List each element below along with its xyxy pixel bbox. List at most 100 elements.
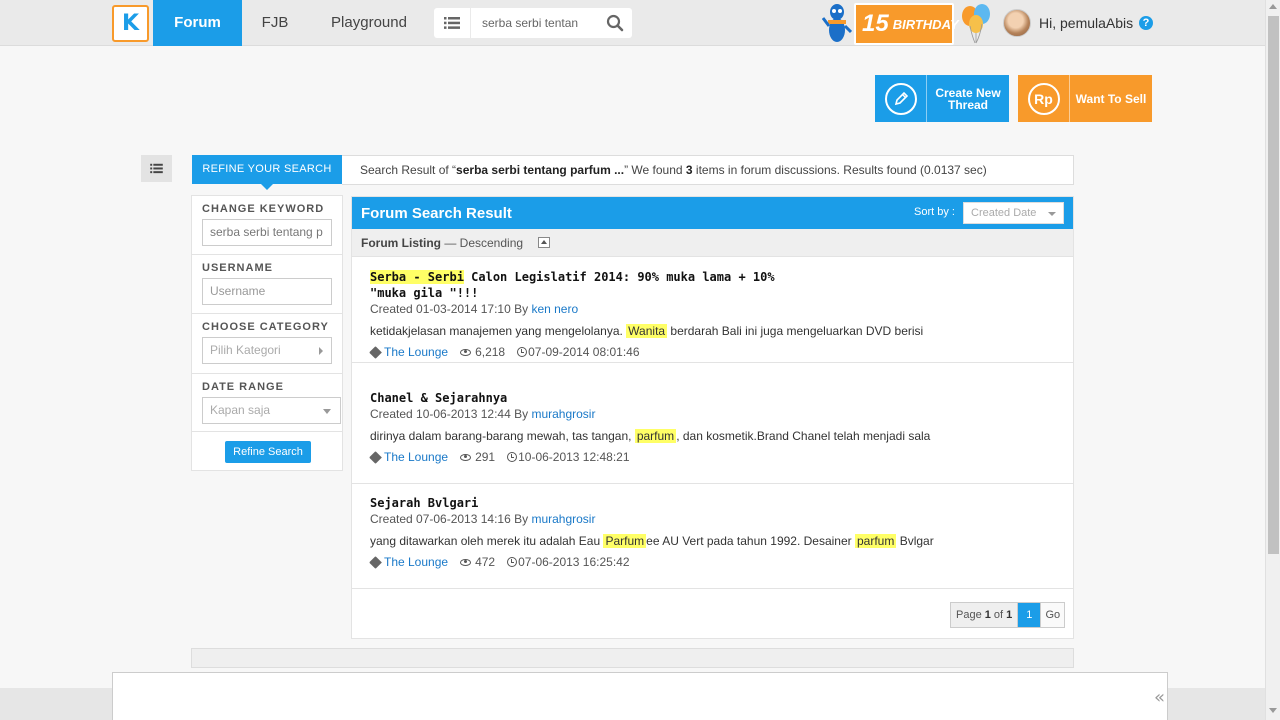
view-count: 6,218 xyxy=(475,345,506,359)
want-to-sell-button[interactable]: Rp Want To Sell xyxy=(1018,75,1152,122)
last-post-time: 07-06-2013 16:25:42 xyxy=(518,555,630,569)
view-count: 291 xyxy=(475,450,496,464)
birthday-text: BIRTHDAY xyxy=(892,16,959,32)
want-to-sell-label: Want To Sell xyxy=(1075,91,1147,106)
daterange-section: DATE RANGE Kapan saja xyxy=(192,374,342,432)
kaskus-logo[interactable]: K xyxy=(112,5,149,42)
snippet-pre: ketidakjelasan manajemen yang mengelolan… xyxy=(370,324,627,338)
search-input[interactable] xyxy=(482,14,604,32)
thread-footer: The Lounge 6,218 07-09-2014 08:01:46 xyxy=(369,345,640,359)
help-icon[interactable]: ? xyxy=(1139,16,1153,30)
thread-meta: Created 01-03-2014 17:10 By ken nero xyxy=(370,302,578,316)
birthday-badge[interactable]: 15 BIRTHDAY xyxy=(854,3,959,45)
sort-label: Sort by : xyxy=(914,206,955,218)
username-label: USERNAME xyxy=(202,262,273,274)
refine-search-tab[interactable]: REFINE YOUR SEARCH xyxy=(192,155,342,190)
tab-playground[interactable]: Playground xyxy=(318,0,420,46)
page-total-num: 1 xyxy=(1006,609,1013,621)
keyword-label: CHANGE KEYWORD xyxy=(202,203,325,215)
refine-search-button[interactable]: Refine Search xyxy=(225,441,311,463)
thread-snippet: yang ditawarkan oleh merek itu adalah Ea… xyxy=(370,534,934,548)
list-icon xyxy=(150,163,163,174)
keyword-input[interactable]: serba serbi tentang p xyxy=(202,219,332,246)
thread-title[interactable]: Chanel & Sejarahnya xyxy=(370,390,800,406)
clock-icon xyxy=(507,452,518,462)
category-link[interactable]: The Lounge xyxy=(384,450,448,464)
tab-fjb[interactable]: FJB xyxy=(250,0,300,46)
snippet-post: berdarah Bali ini juga mengeluarkan DVD … xyxy=(667,324,924,338)
scrollbar-thumb[interactable] xyxy=(1268,16,1279,554)
page-scrollbar[interactable] xyxy=(1265,0,1280,720)
created-text: Created 07-06-2013 14:16 By xyxy=(370,512,532,526)
forum-listing-bar: Forum Listing — Descending xyxy=(352,229,1073,257)
sort-select[interactable]: Created Date xyxy=(963,202,1064,224)
refine-sidebar: CHANGE KEYWORD serba serbi tentang p USE… xyxy=(191,195,343,471)
sidebar-toggle-button[interactable] xyxy=(141,155,172,182)
forum-search-result-panel: Forum Search Result Sort by : Created Da… xyxy=(351,196,1074,639)
daterange-label: DATE RANGE xyxy=(202,381,284,393)
go-button[interactable]: Go xyxy=(1040,603,1065,627)
snippet-pre: yang ditawarkan oleh merek itu adalah Ea… xyxy=(370,534,604,548)
category-link[interactable]: The Lounge xyxy=(384,345,448,359)
snippet-highlight: Parfum xyxy=(603,534,647,548)
last-post-time: 07-09-2014 08:01:46 xyxy=(528,345,640,359)
title-highlight: Serba - Serbi xyxy=(370,270,464,284)
top-navbar: K Forum FJB Playground 15 BIRTHDAY Hi, p xyxy=(0,0,1265,46)
page-prefix: Page xyxy=(956,609,985,621)
search-result-summary: Search Result of “serba serbi tentang pa… xyxy=(342,155,1074,185)
tag-icon xyxy=(369,555,382,569)
scroll-up-arrow-icon[interactable] xyxy=(1269,4,1277,9)
result-suffix: items in forum discussions. Results foun… xyxy=(692,163,987,177)
thread-meta: Created 10-06-2013 12:44 By murahgrosir xyxy=(370,407,595,421)
snippet-post-2: Bvlgar xyxy=(896,534,934,548)
scroll-down-arrow-icon[interactable] xyxy=(1269,708,1277,713)
page-of: of xyxy=(990,609,1007,621)
pagination: Page 1 of 1 1 Go xyxy=(950,602,1066,628)
search-divider xyxy=(470,8,471,38)
tab-forum[interactable]: Forum xyxy=(153,0,242,46)
double-chevron-left-icon[interactable]: « xyxy=(1154,687,1165,708)
eye-icon xyxy=(460,348,472,356)
bottom-strip xyxy=(191,648,1074,668)
thread-footer: The Lounge 472 07-06-2013 16:25:42 xyxy=(369,555,630,569)
result-prefix: Search Result of “ xyxy=(360,163,457,177)
last-post-time: 10-06-2013 12:48:21 xyxy=(518,450,630,464)
user-greeting[interactable]: Hi, pemulaAbis xyxy=(1039,15,1133,31)
page-1-button[interactable]: 1 xyxy=(1018,603,1041,627)
user-avatar[interactable] xyxy=(1003,9,1031,37)
listing-label: Forum Listing xyxy=(361,236,441,250)
thread-title[interactable]: Sejarah Bvlgari xyxy=(370,495,800,511)
author-link[interactable]: ken nero xyxy=(531,302,578,316)
username-input[interactable]: Username xyxy=(202,278,332,305)
clock-icon xyxy=(517,347,528,357)
create-thread-label: Create New Thread xyxy=(935,85,1001,112)
author-link[interactable]: murahgrosir xyxy=(531,407,595,421)
keyword-section: CHANGE KEYWORD serba serbi tentang p xyxy=(192,196,342,255)
daterange-select[interactable]: Kapan saja xyxy=(202,397,341,424)
create-thread-button[interactable]: Create New Thread xyxy=(875,75,1009,122)
created-text: Created 01-03-2014 17:10 By xyxy=(370,302,532,316)
view-count: 472 xyxy=(475,555,496,569)
result-query: serba serbi tentang parfum ... xyxy=(456,163,625,177)
bottom-docked-panel: « xyxy=(112,672,1168,720)
snippet-post: , dan kosmetik.Brand Chanel telah menjad… xyxy=(676,429,931,443)
author-link[interactable]: murahgrosir xyxy=(531,512,595,526)
thread-snippet: dirinya dalam barang-barang mewah, tas t… xyxy=(370,429,930,443)
daterange-value: Kapan saja xyxy=(210,403,271,417)
listing-order: — Descending xyxy=(441,236,524,250)
thread-meta: Created 07-06-2013 14:16 By murahgrosir xyxy=(370,512,595,526)
balloons-icon xyxy=(962,4,990,44)
tag-icon xyxy=(369,345,382,359)
category-link[interactable]: The Lounge xyxy=(384,555,448,569)
category-select[interactable]: Pilih Kategori xyxy=(202,337,332,364)
search-icon[interactable] xyxy=(606,14,624,32)
result-item: Sejarah Bvlgari Created 07-06-2013 14:16… xyxy=(352,484,1073,589)
username-section: USERNAME Username xyxy=(192,255,342,314)
list-menu-icon[interactable] xyxy=(444,16,460,30)
collapse-toggle-icon[interactable] xyxy=(538,237,550,248)
tag-icon xyxy=(369,450,382,464)
snippet-highlight-2: parfum xyxy=(855,534,897,548)
sell-icon-wrap: Rp xyxy=(1018,75,1070,122)
created-text: Created 10-06-2013 12:44 By xyxy=(370,407,532,421)
thread-title[interactable]: Serba - Serbi Calon Legislatif 2014: 90%… xyxy=(370,269,800,301)
